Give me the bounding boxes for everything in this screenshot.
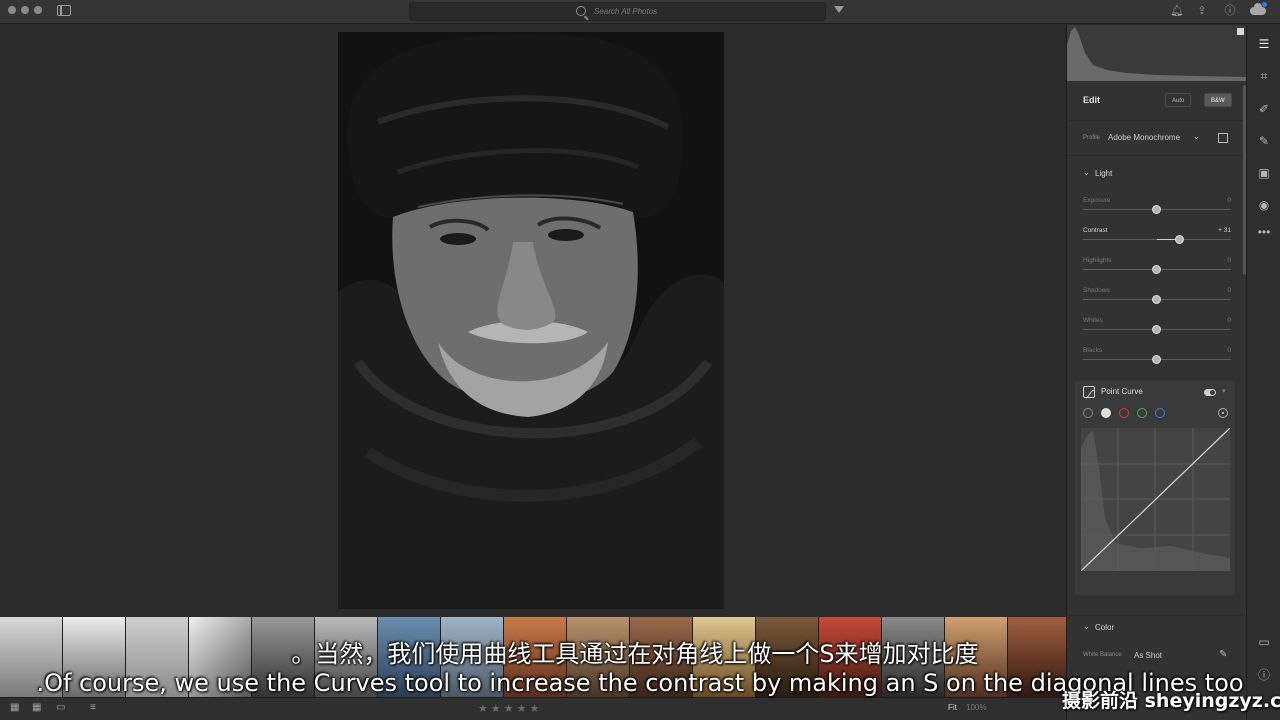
zoom-window-icon[interactable] <box>34 6 42 14</box>
slider-thumb[interactable] <box>1174 235 1184 244</box>
profile-dropdown[interactable]: Adobe Monochrome <box>1108 133 1180 142</box>
close-window-icon[interactable] <box>8 6 16 14</box>
share-icon[interactable]: ⇪ <box>1196 5 1208 17</box>
edit-panel: Edit Auto B&W Profile Adobe Monochrome ⌄… <box>1066 25 1247 720</box>
histogram-menu-button[interactable] <box>1237 28 1244 35</box>
target-adjust-icon[interactable] <box>1218 408 1228 418</box>
main-photo <box>338 32 724 609</box>
slider-value[interactable]: + 31 <box>1218 227 1231 234</box>
slider-value[interactable]: 0 <box>1227 257 1231 264</box>
search-icon <box>576 6 586 16</box>
slider-exposure[interactable]: Exposure 0 <box>1083 197 1231 221</box>
filter-icon[interactable] <box>834 6 844 13</box>
curve-icon <box>1083 386 1095 399</box>
sidebar-toggle-icon[interactable] <box>57 5 71 16</box>
profile-row: Profile Adobe Monochrome ⌄ <box>1067 122 1247 156</box>
chevron-down-icon: ⌄ <box>1083 622 1090 631</box>
edit-title: Edit <box>1083 95 1100 105</box>
bell-icon[interactable]: 🔔︎ <box>1170 5 1184 17</box>
slider-label: Shadows <box>1083 287 1110 294</box>
slider-highlights[interactable]: Highlights 0 <box>1083 257 1231 281</box>
parametric-curve-icon[interactable] <box>1083 408 1093 418</box>
cloud-sync-icon[interactable] <box>1250 3 1266 15</box>
slider-value[interactable]: 0 <box>1227 197 1231 204</box>
portrait-illustration <box>338 33 724 609</box>
red-channel-icon[interactable] <box>1119 408 1129 418</box>
slider-blacks[interactable]: Blacks 0 <box>1083 347 1231 371</box>
point-curve-title: Point Curve <box>1101 387 1143 396</box>
square-grid-icon[interactable]: ▦ <box>10 703 22 713</box>
slider-label: Contrast <box>1083 227 1108 234</box>
radial-gradient-icon[interactable]: ◉ <box>1257 198 1271 212</box>
caret-down-icon[interactable]: ▾ <box>1222 387 1226 395</box>
rgb-channel-icon[interactable] <box>1101 408 1111 418</box>
curve-toggle[interactable] <box>1204 389 1216 396</box>
light-section-title: Light <box>1095 169 1113 178</box>
histogram <box>1067 25 1247 81</box>
slider-label: Exposure <box>1083 197 1111 204</box>
edit-sliders-icon[interactable]: ☰ <box>1257 37 1271 51</box>
color-section-header[interactable]: ⌄ Color <box>1067 615 1247 635</box>
brush-icon[interactable]: ✎ <box>1257 134 1271 148</box>
point-curve-panel: Point Curve ▾ <box>1075 381 1235 595</box>
chevron-down-icon[interactable]: ⌄ <box>1193 132 1200 141</box>
slider-whites[interactable]: Whites 0 <box>1083 317 1231 341</box>
linear-gradient-icon[interactable]: ▣ <box>1257 166 1271 180</box>
profile-label: Profile <box>1083 135 1101 141</box>
blue-channel-icon[interactable] <box>1155 408 1165 418</box>
slider-thumb[interactable] <box>1152 295 1161 304</box>
search-bar[interactable]: Search All Photos <box>409 2 826 21</box>
slider-label: Whites <box>1083 317 1103 324</box>
photo-grid-icon[interactable]: ▦ <box>32 703 44 713</box>
sync-status-badge <box>1262 2 1267 7</box>
slider-label: Highlights <box>1083 257 1112 264</box>
tool-strip: ☰ ⌗ ✐ ✎ ▣ ◉ ••• ▭ ⓘ <box>1246 25 1280 720</box>
watermark: 摄影前沿 sheyingzyz.com <box>1062 690 1280 712</box>
slider-value[interactable]: 0 <box>1227 317 1231 324</box>
search-placeholder: Search All Photos <box>594 7 658 16</box>
edit-header: Edit Auto B&W <box>1067 81 1247 121</box>
bw-button[interactable]: B&W <box>1204 93 1232 107</box>
photo-canvas <box>0 25 1066 617</box>
minimize-window-icon[interactable] <box>21 6 29 14</box>
crop-icon[interactable]: ⌗ <box>1257 69 1271 83</box>
curve-graph[interactable] <box>1080 427 1231 572</box>
healing-brush-icon[interactable]: ✐ <box>1257 102 1271 116</box>
more-options-icon[interactable]: ••• <box>1257 225 1271 239</box>
top-toolbar: Search All Photos 🔔︎ ⇪ ⓘ <box>0 0 1280 24</box>
color-section-title: Color <box>1095 623 1115 632</box>
star-rating[interactable]: ★★★★★ <box>478 702 542 715</box>
histogram-graph <box>1067 27 1247 81</box>
slider-thumb[interactable] <box>1152 265 1161 274</box>
slider-label: Blacks <box>1083 347 1103 354</box>
light-section-header[interactable]: ⌄ Light <box>1067 165 1247 185</box>
slider-thumb[interactable] <box>1152 325 1161 334</box>
fit-button[interactable]: Fit <box>948 703 957 712</box>
slider-value[interactable]: 0 <box>1227 347 1231 354</box>
slider-contrast[interactable]: Contrast + 31 <box>1083 227 1231 251</box>
bottom-toolbar: ▦ ▦ ▭ ≡ ★★★★★ Fit 100% <box>0 697 1066 720</box>
slider-value[interactable]: 0 <box>1227 287 1231 294</box>
detail-view-icon[interactable]: ▭ <box>56 703 68 713</box>
chevron-down-icon: ⌄ <box>1083 168 1090 177</box>
slider-thumb[interactable] <box>1152 205 1161 214</box>
slider-thumb[interactable] <box>1152 355 1161 364</box>
auto-button[interactable]: Auto <box>1165 93 1192 107</box>
subtitle-chinese: 。当然，我们使用曲线工具通过在对角线上做一个S来增加对比度 <box>291 640 979 668</box>
sort-icon[interactable]: ≡ <box>90 703 102 713</box>
info-icon[interactable]: ⓘ <box>1224 5 1236 17</box>
slider-shadows[interactable]: Shadows 0 <box>1083 287 1231 311</box>
zoom-level[interactable]: 100% <box>966 703 986 712</box>
green-channel-icon[interactable] <box>1137 408 1147 418</box>
profile-browser-icon[interactable] <box>1218 133 1228 143</box>
